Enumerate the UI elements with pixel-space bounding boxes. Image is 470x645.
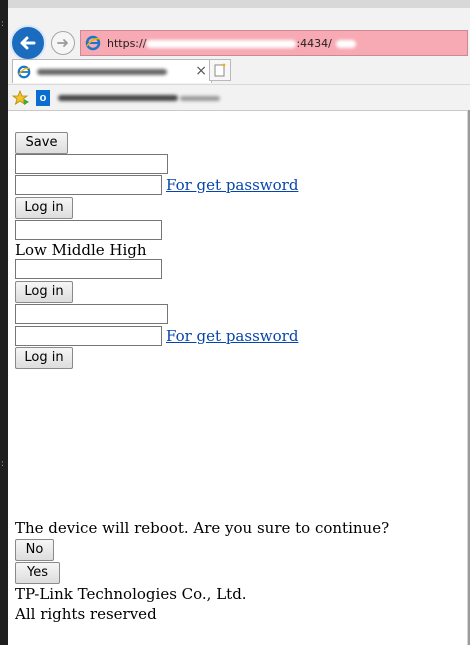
tab-close-icon[interactable]: ×: [195, 63, 207, 79]
footer-company: TP-Link Technologies Co., Ltd.: [15, 585, 247, 603]
redacted-path: [335, 39, 356, 48]
ghost-url-text: [16, 0, 20, 7]
favorites-star-icon[interactable]: [11, 89, 30, 110]
password-field[interactable]: [15, 175, 162, 195]
edge-glyph: :: [1, 459, 5, 469]
forward-arrow-icon: [57, 39, 68, 47]
back-button[interactable]: [10, 25, 46, 61]
browser-tab[interactable]: ×: [12, 59, 212, 83]
forgot-password-link[interactable]: For get password: [166, 175, 298, 195]
redacted-favorite-label: [58, 95, 178, 101]
confirm-password-field[interactable]: [15, 259, 162, 279]
login-button[interactable]: Log in: [15, 281, 73, 303]
back-arrow-icon: [20, 36, 36, 50]
browser-chrome: https:// :4434/ × o: [8, 8, 470, 111]
username-field[interactable]: [15, 304, 168, 324]
yes-button[interactable]: Yes: [15, 562, 60, 584]
address-url[interactable]: https:// :4434/: [107, 37, 356, 50]
login-button[interactable]: Log in: [15, 347, 73, 369]
redacted-host: [146, 39, 297, 48]
save-button[interactable]: Save: [15, 132, 68, 154]
favorites-bar: o: [8, 84, 470, 110]
address-bar[interactable]: https:// :4434/: [80, 30, 468, 56]
password-strength-label: Low Middle High: [15, 241, 147, 259]
username-field[interactable]: [15, 154, 168, 174]
new-password-field[interactable]: [15, 220, 162, 240]
url-scheme: https://: [107, 36, 147, 50]
window-top-strip: [0, 0, 470, 8]
new-tab-icon: [214, 63, 226, 77]
ie-page-icon: [85, 35, 101, 51]
ie-tab-icon: [17, 65, 31, 78]
new-tab-button[interactable]: [209, 59, 231, 81]
no-button[interactable]: No: [15, 539, 54, 561]
edge-glyph: :: [1, 19, 5, 29]
reboot-confirm-message: The device will reboot. Are you sure to …: [15, 519, 390, 537]
outlook-icon: o: [36, 90, 50, 106]
redacted-favorite-label-tail: [180, 95, 220, 101]
forgot-password-link[interactable]: For get password: [166, 326, 298, 346]
url-port-path: :4434/: [296, 36, 332, 50]
favorite-item-outlook[interactable]: o: [36, 89, 220, 107]
login-button[interactable]: Log in: [15, 197, 73, 219]
left-window-edge: : :: [0, 0, 8, 645]
page-content: Save For get password Log in Low Middle …: [15, 111, 455, 624]
forward-button[interactable]: [51, 31, 75, 55]
redacted-tab-title: [37, 68, 167, 75]
password-field[interactable]: [15, 325, 162, 346]
footer-rights: All rights reserved: [15, 605, 157, 623]
